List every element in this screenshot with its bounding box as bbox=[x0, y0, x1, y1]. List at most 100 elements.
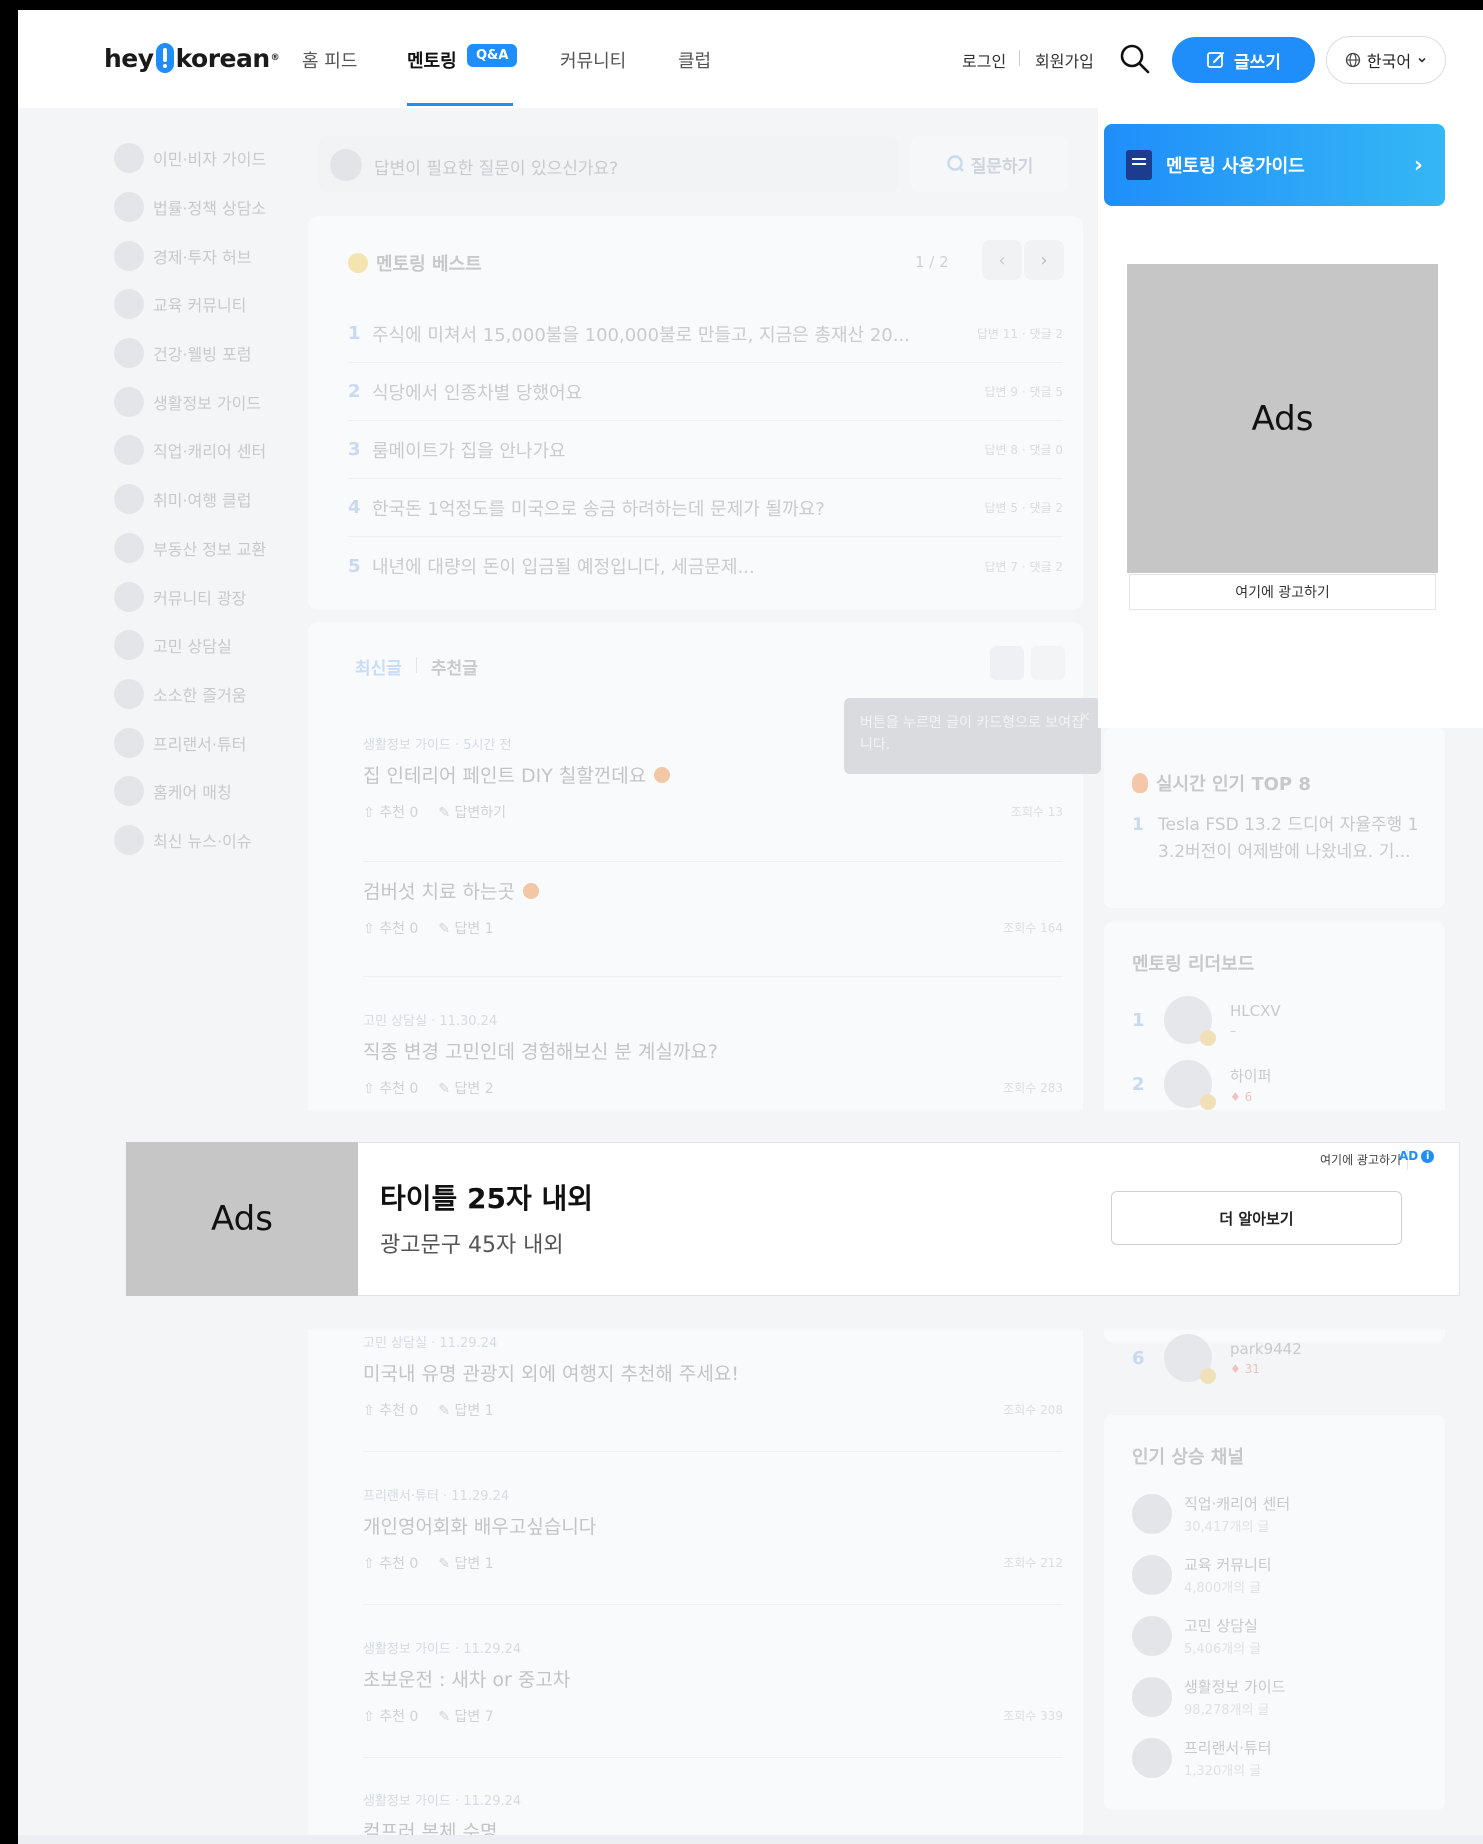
globe-icon bbox=[1345, 52, 1361, 68]
sidebar-item-counsel[interactable]: 고민 상담실 bbox=[114, 621, 284, 670]
best-text: 룸메이트가 집을 안나가요 bbox=[372, 440, 566, 462]
leader-rank: 6 bbox=[1132, 1347, 1145, 1369]
channel-item[interactable]: 프리랜서·튜터 1,320개의 글 bbox=[1132, 1737, 1272, 1779]
post-item[interactable]: 고민 상담실 · 11.30.24 직종 변경 고민인데 경험해보신 분 계실까… bbox=[363, 1010, 1063, 1098]
prev-page-button[interactable]: ‹ bbox=[982, 240, 1022, 280]
post-title[interactable]: 개인영어회화 배우고싶습니다 bbox=[363, 1512, 596, 1539]
search-icon[interactable] bbox=[1119, 43, 1151, 75]
best-item[interactable]: 2 식당에서 인종차별 당했어요 답변 9 · 댓글 5 bbox=[348, 363, 1063, 421]
sidebar-item-economy[interactable]: 경제·투자 허브 bbox=[114, 231, 284, 280]
recommend-button[interactable]: ⇧ 추천 0 bbox=[363, 1706, 418, 1726]
answer-button[interactable]: ✎ 답변 1 bbox=[438, 1400, 493, 1420]
card-view-icon[interactable] bbox=[1031, 646, 1065, 680]
close-icon[interactable]: × bbox=[1079, 706, 1091, 728]
post-item[interactable]: 검버섯 치료 하는곳 ⇧ 추천 0 ✎ 답변 1 조회수 164 bbox=[363, 877, 1063, 938]
mentoring-guide-banner[interactable]: 멘토링 사용가이드 › bbox=[1104, 124, 1445, 206]
sidebar-item-freelancer[interactable]: 프리랜서·튜터 bbox=[114, 718, 284, 767]
top8-item[interactable]: Tesla FSD 13.2 드디어 자율주행 1 3.2버전이 어제밤에 나왔… bbox=[1158, 812, 1418, 866]
nav-club[interactable]: 클럽 bbox=[678, 47, 711, 73]
leaderboard-row[interactable]: 2 하이퍼 ♦ 6 bbox=[1132, 1056, 1271, 1112]
post-item[interactable]: 생활정보 가이드 · 11.29.24 초보운전 : 새차 or 중고차 ⇧ 추… bbox=[363, 1638, 1063, 1726]
post-title[interactable]: 검버섯 치료 하는곳 bbox=[363, 877, 515, 904]
post-title[interactable]: 직종 변경 고민인데 경험해보신 분 계실까요? bbox=[363, 1037, 718, 1064]
best-text: 주식에 미쳐서 15,000불을 100,000불로 만들고, 지금은 총재산 … bbox=[372, 324, 910, 346]
tab-latest[interactable]: 최신글 bbox=[355, 654, 402, 679]
answer-button[interactable]: ✎ 답변 2 bbox=[438, 1078, 493, 1098]
best-rank: 5 bbox=[348, 555, 361, 577]
best-item[interactable]: 3 룸메이트가 집을 안나가요 답변 8 · 댓글 0 bbox=[348, 421, 1063, 479]
advertise-here-link[interactable]: 여기에 광고하기 bbox=[1314, 1149, 1409, 1170]
best-item[interactable]: 4 한국돈 1억정도를 미국으로 송금 하려하는데 문제가 될까요? 답변 5 · … bbox=[348, 479, 1063, 537]
learn-more-button[interactable]: 더 알아보기 bbox=[1111, 1191, 1402, 1245]
nav-mentoring[interactable]: 멘토링 bbox=[407, 47, 457, 73]
post-item[interactable]: 고민 상담실 · 11.29.24 미국내 유명 관광지 외에 여행지 추천해 … bbox=[363, 1332, 1063, 1420]
sidebar-item-career[interactable]: 직업·캐리어 센터 bbox=[114, 426, 284, 475]
divider bbox=[363, 1451, 1063, 1452]
sidebar-item-education[interactable]: 교육 커뮤니티 bbox=[114, 280, 284, 329]
question-input[interactable]: 답변이 필요한 질문이 있으신가요? bbox=[318, 136, 899, 192]
post-item[interactable]: 생활정보 가이드 · 5시간 전 집 인테리어 페인트 DIY 칠할껀데요 ⇧ … bbox=[363, 734, 1063, 822]
divider bbox=[363, 1757, 1063, 1758]
sidebar-item-label: 경제·투자 허브 bbox=[153, 247, 252, 267]
nav-community[interactable]: 커뮤니티 bbox=[560, 47, 626, 73]
answer-label: 답변 2 bbox=[454, 1081, 494, 1097]
channel-item[interactable]: 직업·캐리어 센터 30,417개의 글 bbox=[1132, 1493, 1290, 1535]
recommend-button[interactable]: ⇧ 추천 0 bbox=[363, 1400, 418, 1420]
recommend-button[interactable]: ⇧ 추천 0 bbox=[363, 802, 418, 822]
language-select[interactable]: 한국어 bbox=[1326, 36, 1446, 84]
write-button[interactable]: 글쓰기 bbox=[1172, 37, 1315, 83]
next-page-button[interactable]: › bbox=[1024, 240, 1064, 280]
tab-recommended[interactable]: 추천글 bbox=[431, 654, 478, 679]
sidebar-item-label: 최신 뉴스·이슈 bbox=[153, 831, 252, 851]
best-item[interactable]: 1 주식에 미쳐서 15,000불을 100,000불로 만들고, 지금은 총재산… bbox=[348, 305, 1063, 363]
view-count: 조회수 283 bbox=[1003, 1081, 1063, 1095]
leader-score: ♦ 31 bbox=[1230, 1362, 1260, 1376]
recommend-button[interactable]: ⇧ 추천 0 bbox=[363, 918, 418, 938]
info-icon[interactable]: i bbox=[1421, 1149, 1435, 1163]
advertise-here-link[interactable]: 여기에 광고하기 bbox=[1129, 574, 1436, 610]
best-rank: 1 bbox=[348, 323, 361, 344]
channel-item[interactable]: 생활정보 가이드 98,278개의 글 bbox=[1132, 1676, 1285, 1718]
post-title[interactable]: 집 인테리어 페인트 DIY 칠할껀데요 bbox=[363, 761, 646, 788]
recommend-button[interactable]: ⇧ 추천 0 bbox=[363, 1553, 418, 1573]
channel-count: 98,278개의 글 bbox=[1184, 1703, 1270, 1718]
signup-link[interactable]: 회원가입 bbox=[1035, 48, 1094, 72]
sidebar-item-hobby[interactable]: 취미·여행 클럽 bbox=[114, 475, 284, 524]
sidebar-item-plaza[interactable]: 커뮤니티 광장 bbox=[114, 572, 284, 621]
sidebar-item-health[interactable]: 건강·웰빙 포럼 bbox=[114, 329, 284, 378]
answer-button[interactable]: ✎ 답변하기 bbox=[438, 802, 506, 822]
bottom-ad-banner[interactable]: Ads 타이틀 25자 내외 광고문구 45자 내외 더 알아보기 여기에 광고… bbox=[126, 1142, 1460, 1296]
recommend-button[interactable]: ⇧ 추천 0 bbox=[363, 1078, 418, 1098]
sidebar-item-immigration[interactable]: 이민·비자 가이드 bbox=[114, 134, 284, 183]
chevron-down-icon bbox=[1418, 57, 1426, 63]
post-title[interactable]: 미국내 유명 관광지 외에 여행지 추천해 주세요! bbox=[363, 1359, 739, 1386]
best-rank: 3 bbox=[348, 439, 361, 460]
best-rank: 2 bbox=[348, 381, 361, 402]
sidebar-item-living[interactable]: 생활정보 가이드 bbox=[114, 377, 284, 426]
qa-badge: Q&A bbox=[467, 44, 518, 67]
list-view-icon[interactable] bbox=[990, 646, 1024, 680]
logo[interactable]: hey korean ® bbox=[104, 43, 280, 73]
nav-home-feed[interactable]: 홈 피드 bbox=[302, 47, 357, 73]
channel-item[interactable]: 고민 상담실 5,406개의 글 bbox=[1132, 1615, 1261, 1657]
sidebar-item-realestate[interactable]: 부동산 정보 교환 bbox=[114, 524, 284, 573]
channel-name: 생활정보 가이드 bbox=[1184, 1678, 1286, 1696]
leaderboard-row[interactable]: 1 HLCXV – bbox=[1132, 992, 1281, 1048]
recommend-count: 추천 0 bbox=[379, 1081, 419, 1097]
leaderboard-row[interactable]: 6 park9442 ♦ 31 bbox=[1132, 1330, 1302, 1386]
bottom-ad-image[interactable]: Ads bbox=[126, 1142, 358, 1296]
post-item[interactable]: 프리랜서·튜터 · 11.29.24 개인영어회화 배우고싶습니다 ⇧ 추천 0… bbox=[363, 1485, 1063, 1573]
sidebar-item-homecare[interactable]: 홈케어 매칭 bbox=[114, 767, 284, 816]
post-title[interactable]: 초보운전 : 새차 or 중고차 bbox=[363, 1665, 570, 1692]
sidebar-item-legal[interactable]: 법률·정책 상담소 bbox=[114, 183, 284, 232]
answer-button[interactable]: ✎ 답변 1 bbox=[438, 1553, 493, 1573]
answer-button[interactable]: ✎ 답변 1 bbox=[438, 918, 493, 938]
side-ad-image[interactable]: Ads bbox=[1127, 264, 1438, 573]
login-link[interactable]: 로그인 bbox=[962, 48, 1006, 72]
best-item[interactable]: 5 내년에 대량의 돈이 입금될 예정입니다, 세금문제... 답변 7 · 댓글 … bbox=[348, 537, 1063, 595]
channel-item[interactable]: 교육 커뮤니티 4,800개의 글 bbox=[1132, 1554, 1272, 1596]
answer-button[interactable]: ✎ 답변 7 bbox=[438, 1706, 493, 1726]
ask-question-button[interactable]: 질문하기 bbox=[911, 136, 1069, 192]
sidebar-item-news[interactable]: 최신 뉴스·이슈 bbox=[114, 816, 284, 865]
sidebar-item-joy[interactable]: 소소한 즐거움 bbox=[114, 670, 284, 719]
